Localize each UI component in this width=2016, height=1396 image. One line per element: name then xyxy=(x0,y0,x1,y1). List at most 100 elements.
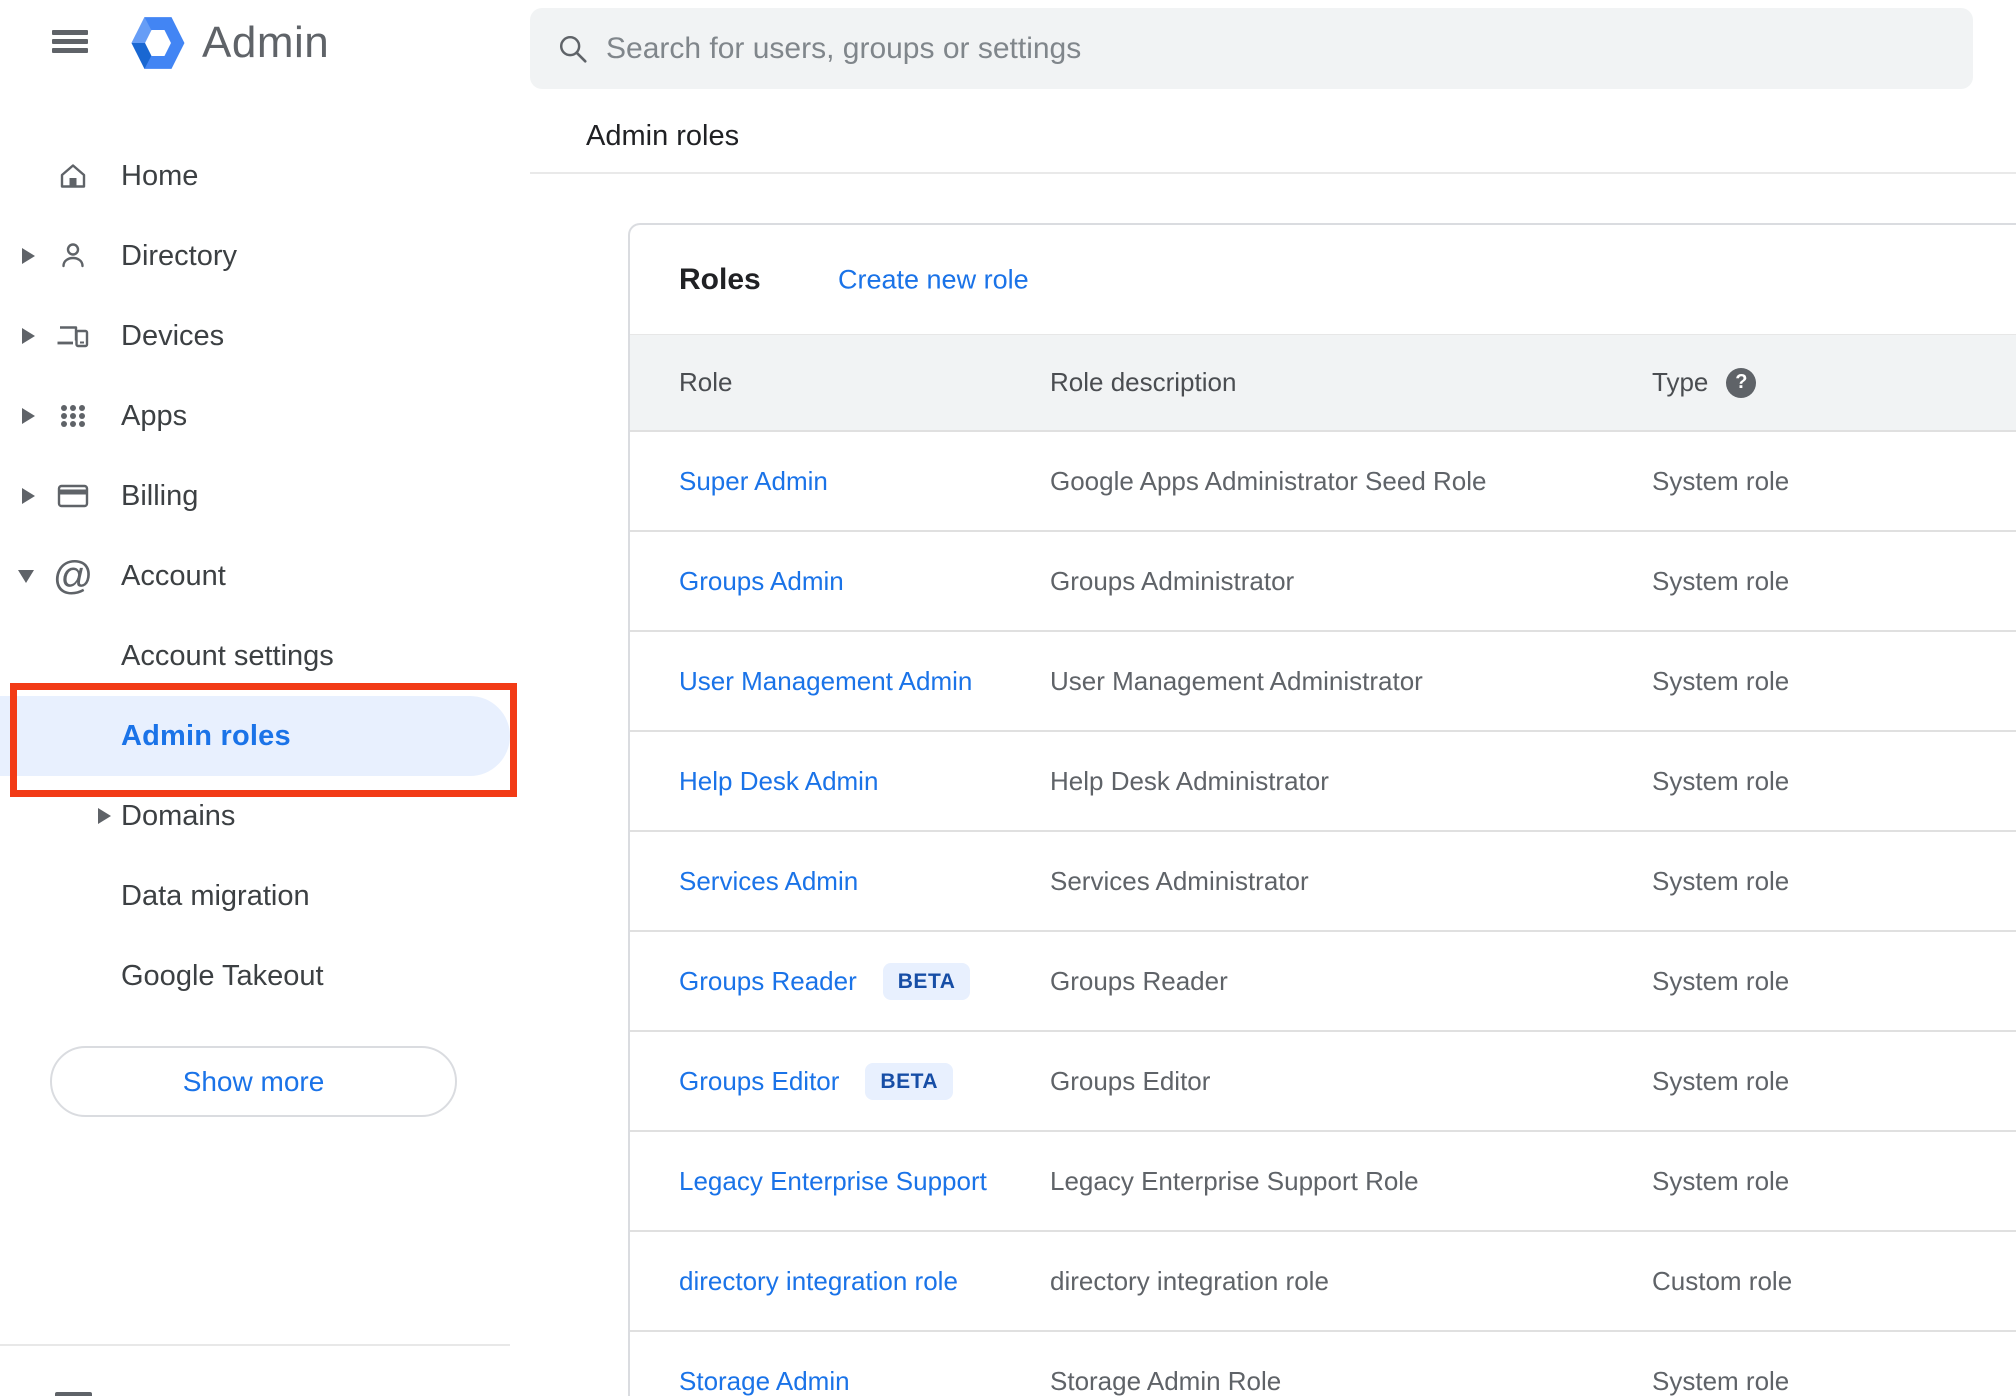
role-description: Groups Administrator xyxy=(1050,565,1295,596)
role-cell: Help Desk Admin xyxy=(679,766,1050,797)
sidebar-item-directory[interactable]: Directory xyxy=(0,216,531,296)
role-link[interactable]: Services Admin xyxy=(679,866,858,897)
role-type: System role xyxy=(1652,665,1790,696)
bottom-partial-icon xyxy=(55,1392,92,1396)
create-new-role-link[interactable]: Create new role xyxy=(838,264,1029,295)
sidebar-item-google-takeout[interactable]: Google Takeout xyxy=(0,936,531,1016)
role-type: System role xyxy=(1652,1165,1790,1196)
role-cell: Groups Reader BETA xyxy=(679,962,1050,1000)
column-header-role-description: Role description xyxy=(1050,367,1237,397)
table-row-super-admin: Super Admin Google Apps Administrator See… xyxy=(630,432,2016,532)
role-cell: Groups Admin xyxy=(679,566,1050,597)
sidebar-item-label: Admin roles xyxy=(121,719,291,752)
chevron-right-icon[interactable] xyxy=(98,808,111,824)
role-description: Help Desk Administrator xyxy=(1050,765,1329,796)
role-type: System role xyxy=(1652,1065,1790,1096)
role-description: Groups Reader xyxy=(1050,965,1228,996)
role-type: System role xyxy=(1652,1365,1790,1396)
role-cell: Storage Admin xyxy=(679,1366,1050,1396)
hamburger-menu-icon[interactable] xyxy=(52,30,88,54)
table-row-storage-admin: Storage Admin Storage Admin Role System ro… xyxy=(630,1332,2016,1396)
role-link[interactable]: directory integration role xyxy=(679,1266,958,1297)
header-divider xyxy=(530,172,2016,174)
search-input[interactable] xyxy=(604,30,1943,67)
table-row-help-desk-admin: Help Desk Admin Help Desk Administrator Sy… xyxy=(630,732,2016,832)
role-cell: Services Admin xyxy=(679,866,1050,897)
table-row-services-admin: Services Admin Services Administrator Syst… xyxy=(630,832,2016,932)
role-link[interactable]: Legacy Enterprise Support xyxy=(679,1166,987,1197)
chevron-right-icon[interactable] xyxy=(22,408,35,424)
sidebar-item-account-settings[interactable]: Account settings xyxy=(0,616,531,696)
role-type: Custom role xyxy=(1652,1265,1793,1296)
search-bar[interactable] xyxy=(530,8,1973,89)
apps-icon xyxy=(55,398,91,434)
table-row-groups-reader: Groups Reader BETA Groups Reader System rol… xyxy=(630,932,2016,1032)
sidebar-item-domains[interactable]: Domains xyxy=(0,776,531,856)
roles-table-body: Super Admin Google Apps Administrator See… xyxy=(630,432,2016,1396)
role-link[interactable]: Groups Editor xyxy=(679,1066,839,1097)
admin-logo[interactable]: Admin xyxy=(128,16,329,70)
table-row-directory-integration-role: directory integration role directory inte… xyxy=(630,1232,2016,1332)
sidebar: Admin Home Directory Devices Apps Billing @ Ac… xyxy=(0,0,531,1396)
card-icon xyxy=(55,478,91,514)
chevron-right-icon[interactable] xyxy=(22,248,35,264)
role-cell: User Management Admin xyxy=(679,666,1050,697)
beta-badge: BETA xyxy=(882,962,971,1000)
role-description: Groups Editor xyxy=(1050,1065,1211,1096)
search-icon xyxy=(559,35,587,63)
role-link[interactable]: User Management Admin xyxy=(679,666,972,697)
home-icon xyxy=(55,158,91,194)
admin-hexagon-icon xyxy=(128,16,188,70)
person-icon xyxy=(55,238,91,274)
sidebar-item-label: Data migration xyxy=(121,879,310,912)
table-row-groups-editor: Groups Editor BETA Groups Editor System rol… xyxy=(630,1032,2016,1132)
breadcrumb: Admin roles xyxy=(586,120,740,152)
role-link[interactable]: Storage Admin xyxy=(679,1366,850,1396)
column-header-role: Role xyxy=(679,367,733,397)
roles-table-header: Role Role description Type ? xyxy=(630,334,2016,432)
table-row-user-management-admin: User Management Admin User Management Adm… xyxy=(630,632,2016,732)
role-description: Google Apps Administrator Seed Role xyxy=(1050,465,1487,496)
sidebar-item-apps[interactable]: Apps xyxy=(0,376,531,456)
role-type: System role xyxy=(1652,765,1790,796)
role-cell: Groups Editor BETA xyxy=(679,1062,1050,1100)
product-name: Admin xyxy=(202,18,330,67)
role-description: directory integration role xyxy=(1050,1265,1329,1296)
sidebar-item-label: Billing xyxy=(121,479,199,512)
show-more-button[interactable]: Show more xyxy=(50,1046,457,1117)
sidebar-item-admin-roles[interactable]: Admin roles xyxy=(0,696,510,776)
table-row-groups-admin: Groups Admin Groups Administrator System r… xyxy=(630,532,2016,632)
beta-badge: BETA xyxy=(865,1062,954,1100)
roles-card-header: Roles Create new role xyxy=(630,225,2016,334)
sidebar-item-home[interactable]: Home xyxy=(0,136,531,216)
role-cell: Legacy Enterprise Support xyxy=(679,1166,1050,1197)
sidebar-item-account[interactable]: @ Account xyxy=(0,536,531,616)
sidebar-item-label: Apps xyxy=(121,399,188,432)
sidebar-bottom-divider xyxy=(0,1344,510,1346)
sidebar-item-label: Domains xyxy=(121,799,236,832)
sidebar-item-devices[interactable]: Devices xyxy=(0,296,531,376)
sidebar-item-data-migration[interactable]: Data migration xyxy=(0,856,531,936)
role-link[interactable]: Super Admin xyxy=(679,466,828,497)
role-cell: Super Admin xyxy=(679,466,1050,497)
admin-console-page: Admin Home Directory Devices Apps Billing @ Ac… xyxy=(0,0,2016,1396)
sidebar-item-label: Directory xyxy=(121,239,238,272)
chevron-down-icon[interactable] xyxy=(18,569,34,583)
role-type: System role xyxy=(1652,865,1790,896)
sidebar-item-label: Account settings xyxy=(121,639,334,672)
role-cell: directory integration role xyxy=(679,1266,1050,1297)
help-icon[interactable]: ? xyxy=(1726,367,1757,398)
sidebar-item-label: Google Takeout xyxy=(121,959,324,992)
roles-title: Roles xyxy=(679,262,761,296)
role-type: System role xyxy=(1652,465,1790,496)
role-description: Legacy Enterprise Support Role xyxy=(1050,1165,1419,1196)
chevron-right-icon[interactable] xyxy=(22,488,35,504)
sidebar-item-billing[interactable]: Billing xyxy=(0,456,531,536)
role-type: System role xyxy=(1652,965,1790,996)
role-link[interactable]: Help Desk Admin xyxy=(679,766,878,797)
role-link[interactable]: Groups Admin xyxy=(679,566,844,597)
chevron-right-icon[interactable] xyxy=(22,328,35,344)
sidebar-nav: Home Directory Devices Apps Billing @ Account A… xyxy=(0,136,531,1016)
sidebar-item-label: Account xyxy=(121,559,226,592)
role-link[interactable]: Groups Reader xyxy=(679,966,857,997)
